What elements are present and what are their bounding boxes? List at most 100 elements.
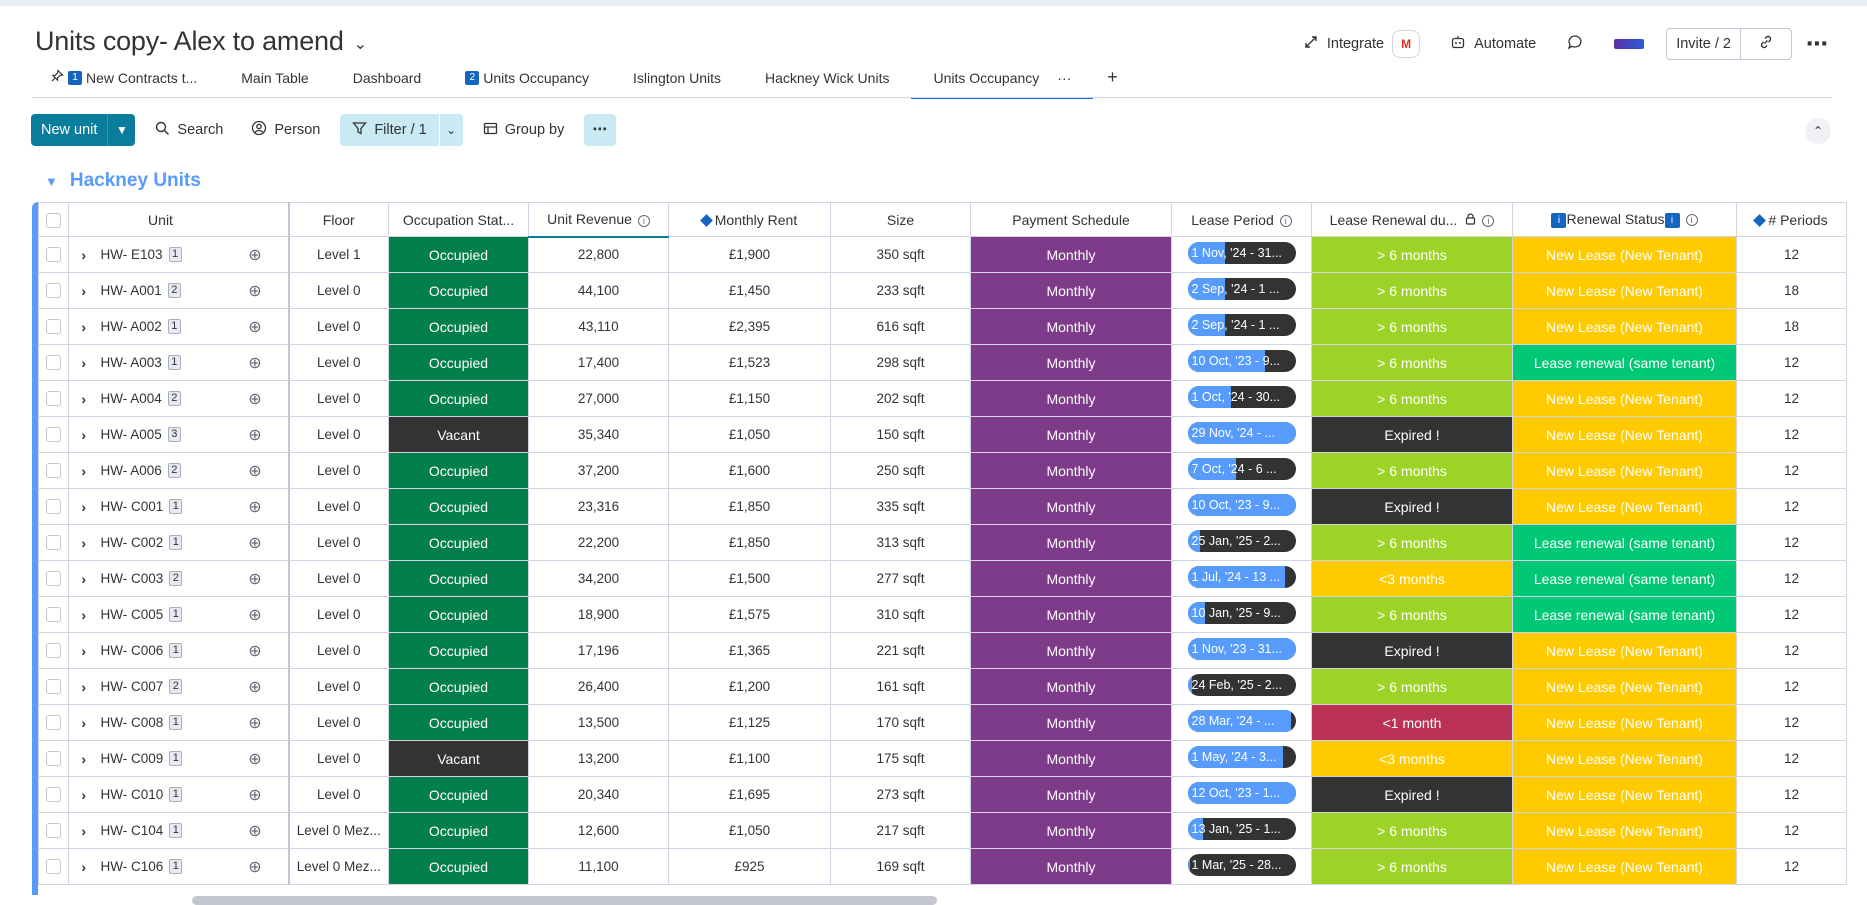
floor-cell[interactable]: Level 0 [288, 668, 389, 705]
renewal-status-cell[interactable]: New Lease (New Tenant) [1512, 488, 1737, 525]
header-revenue[interactable]: Unit Revenue i [528, 202, 669, 238]
rent-cell[interactable]: £1,850 [668, 524, 831, 561]
unit-name-cell[interactable]: HW- A003 1 [98, 344, 223, 381]
periods-cell[interactable]: 12 [1736, 776, 1847, 813]
floor-cell[interactable]: Level 0 [288, 560, 389, 597]
rent-cell[interactable]: £1,850 [668, 488, 831, 525]
row-checkbox[interactable] [38, 776, 69, 813]
table-row[interactable]: › HW- C106 1 ⊕ Level 0 Mez... Occupied 11,100 £… [38, 848, 1847, 885]
more-options-icon[interactable]: ⋯ [1806, 33, 1829, 55]
expand-row-icon[interactable]: › [68, 452, 99, 489]
payment-schedule-cell[interactable]: Monthly [970, 524, 1172, 561]
table-row[interactable]: › HW- C006 1 ⊕ Level 0 Occupied 17,196 £1,365 22… [38, 632, 1847, 669]
add-update-icon[interactable]: ⊕ [222, 560, 290, 597]
renewal-status-cell[interactable]: New Lease (New Tenant) [1512, 236, 1737, 273]
periods-cell[interactable]: 18 [1736, 308, 1847, 345]
unit-name-cell[interactable]: HW- C007 2 [98, 668, 223, 705]
select-all-checkbox[interactable] [38, 202, 69, 237]
expand-row-icon[interactable]: › [68, 416, 99, 453]
lease-renewal-due-cell[interactable]: > 6 months [1311, 524, 1513, 561]
size-cell[interactable]: 169 sqft [830, 848, 971, 885]
periods-cell[interactable]: 12 [1736, 668, 1847, 705]
floor-cell[interactable]: Level 0 Mez... [288, 848, 389, 885]
lease-renewal-due-cell[interactable]: > 6 months [1311, 308, 1513, 345]
table-row[interactable]: › HW- C007 2 ⊕ Level 0 Occupied 26,400 £1,200 16… [38, 668, 1847, 705]
group-header[interactable]: ▼ Hackney Units [45, 170, 201, 192]
renewal-status-cell[interactable]: Lease renewal (same tenant) [1512, 344, 1737, 381]
renewal-status-cell[interactable]: New Lease (New Tenant) [1512, 632, 1737, 669]
revenue-cell[interactable]: 18,900 [528, 596, 669, 633]
lease-renewal-due-cell[interactable]: <3 months [1311, 560, 1513, 597]
expand-row-icon[interactable]: › [68, 308, 99, 345]
occupation-status-cell[interactable]: Occupied [388, 488, 529, 525]
row-checkbox[interactable] [38, 236, 69, 273]
info-icon[interactable]: i [1279, 214, 1292, 227]
revenue-cell[interactable]: 11,100 [528, 848, 669, 885]
add-update-icon[interactable]: ⊕ [222, 632, 290, 669]
add-update-icon[interactable]: ⊕ [222, 524, 290, 561]
table-row[interactable]: › HW- C005 1 ⊕ Level 0 Occupied 18,900 £1,575 31… [38, 596, 1847, 633]
floor-cell[interactable]: Level 0 [288, 524, 389, 561]
add-update-icon[interactable]: ⊕ [222, 488, 290, 525]
lease-renewal-due-cell[interactable]: <3 months [1311, 740, 1513, 777]
size-cell[interactable]: 313 sqft [830, 524, 971, 561]
expand-row-icon[interactable]: › [68, 272, 99, 309]
unit-name-cell[interactable]: HW- C002 1 [98, 524, 223, 561]
rent-cell[interactable]: £1,050 [668, 812, 831, 849]
payment-schedule-cell[interactable]: Monthly [970, 560, 1172, 597]
occupation-status-cell[interactable]: Occupied [388, 236, 529, 273]
lease-renewal-due-cell[interactable]: > 6 months [1311, 344, 1513, 381]
expand-row-icon[interactable]: › [68, 524, 99, 561]
row-checkbox[interactable] [38, 668, 69, 705]
lease-renewal-due-cell[interactable]: <1 month [1311, 704, 1513, 741]
expand-row-icon[interactable]: › [68, 668, 99, 705]
row-checkbox[interactable] [38, 488, 69, 525]
periods-cell[interactable]: 12 [1736, 704, 1847, 741]
unit-name-cell[interactable]: HW- C006 1 [98, 632, 223, 669]
expand-row-icon[interactable]: › [68, 848, 99, 885]
lease-renewal-due-cell[interactable]: Expired ! [1311, 416, 1513, 453]
tab-hackney-wick-units[interactable]: Hackney Wick Units [743, 70, 911, 98]
occupation-status-cell[interactable]: Occupied [388, 452, 529, 489]
unit-name-cell[interactable]: HW- A005 3 [98, 416, 223, 453]
table-row[interactable]: › HW- A006 2 ⊕ Level 0 Occupied 37,200 £1,600 25… [38, 452, 1847, 489]
add-update-icon[interactable]: ⊕ [222, 740, 290, 777]
revenue-cell[interactable]: 13,200 [528, 740, 669, 777]
group-by-button[interactable]: Group by [475, 114, 573, 146]
add-update-icon[interactable]: ⊕ [222, 596, 290, 633]
lease-period-cell[interactable]: 28 Mar, '24 - ... [1171, 704, 1312, 741]
table-row[interactable]: › HW- C104 1 ⊕ Level 0 Mez... Occupied 12,600 £… [38, 812, 1847, 849]
lease-period-cell[interactable]: 1 May, '24 - 3... [1171, 740, 1312, 777]
row-checkbox[interactable] [38, 704, 69, 741]
lease-period-cell[interactable]: 29 Nov, '24 - ... [1171, 416, 1312, 453]
lease-period-cell[interactable]: 1 Nov, '23 - 31... [1171, 632, 1312, 669]
header-lease-renewal[interactable]: Lease Renewal du... i [1311, 202, 1513, 237]
board-title[interactable]: Units copy- Alex to amend ⌄ [35, 26, 367, 57]
rent-cell[interactable]: £1,050 [668, 416, 831, 453]
unit-name-cell[interactable]: HW- C005 1 [98, 596, 223, 633]
row-checkbox[interactable] [38, 740, 69, 777]
row-checkbox[interactable] [38, 380, 69, 417]
payment-schedule-cell[interactable]: Monthly [970, 416, 1172, 453]
size-cell[interactable]: 175 sqft [830, 740, 971, 777]
header-occupation[interactable]: Occupation Stat... [388, 202, 529, 237]
periods-cell[interactable]: 18 [1736, 272, 1847, 309]
revenue-cell[interactable]: 17,196 [528, 632, 669, 669]
size-cell[interactable]: 310 sqft [830, 596, 971, 633]
floor-cell[interactable]: Level 0 [288, 740, 389, 777]
chevron-down-icon[interactable]: ⌄ [354, 34, 367, 54]
row-checkbox[interactable] [38, 308, 69, 345]
add-update-icon[interactable]: ⊕ [222, 344, 290, 381]
renewal-status-cell[interactable]: New Lease (New Tenant) [1512, 740, 1737, 777]
info-icon[interactable]: i [637, 214, 650, 227]
unit-name-cell[interactable]: HW- A001 2 [98, 272, 223, 309]
periods-cell[interactable]: 12 [1736, 848, 1847, 885]
chevron-down-icon[interactable]: ⌄ [438, 114, 463, 146]
add-update-icon[interactable]: ⊕ [222, 668, 290, 705]
floor-cell[interactable]: Level 0 [288, 380, 389, 417]
table-row[interactable]: › HW- A002 1 ⊕ Level 0 Occupied 43,110 £2,395 61… [38, 308, 1847, 345]
payment-schedule-cell[interactable]: Monthly [970, 236, 1172, 273]
renewal-status-cell[interactable]: New Lease (New Tenant) [1512, 776, 1737, 813]
table-row[interactable]: › HW- A004 2 ⊕ Level 0 Occupied 27,000 £1,150 20… [38, 380, 1847, 417]
lease-renewal-due-cell[interactable]: > 6 months [1311, 452, 1513, 489]
